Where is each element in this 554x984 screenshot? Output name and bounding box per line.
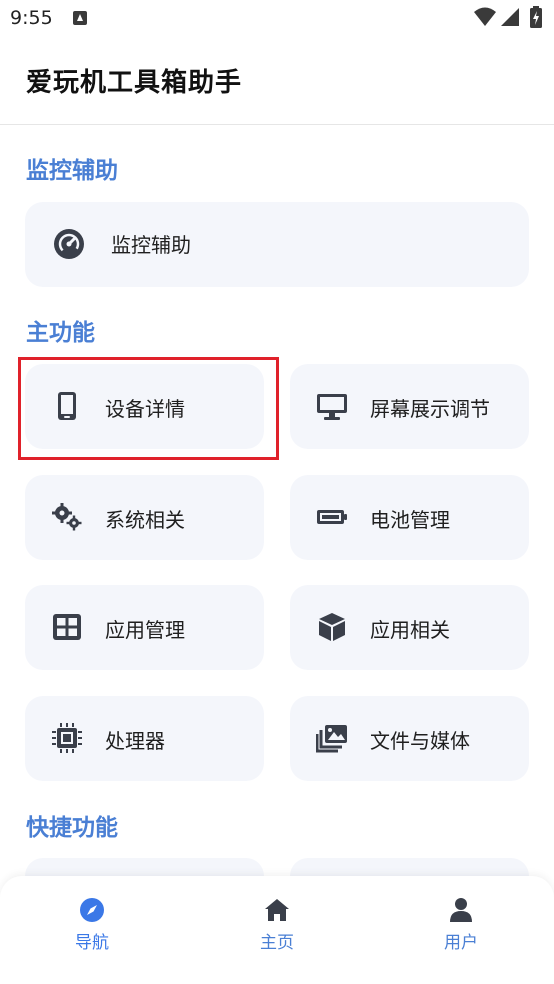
screen: 9:55 爱玩机工具箱助手 监控辅助 监控辅助 主功能 设备详情 屏幕展示调节	[0, 0, 554, 984]
status-bar: 9:55	[0, 0, 554, 38]
section-title-monitor: 监控辅助	[26, 158, 118, 184]
nav-label: 主页	[260, 933, 294, 953]
battery-icon	[530, 6, 542, 28]
card-label: 应用相关	[370, 618, 450, 642]
notification-icon	[73, 11, 87, 25]
grid-icon	[51, 611, 83, 643]
gears-icon	[51, 501, 83, 533]
nav-item-navigation[interactable]: 导航	[32, 896, 152, 953]
section-title-shortcuts: 快捷功能	[26, 815, 118, 841]
images-icon	[316, 722, 348, 754]
card-battery[interactable]: 电池管理	[290, 475, 529, 560]
card-system[interactable]: 系统相关	[25, 475, 264, 560]
card-screen-display[interactable]: 屏幕展示调节	[290, 364, 529, 449]
card-label: 电池管理	[370, 508, 450, 532]
compass-icon	[80, 898, 104, 922]
nav-item-user[interactable]: 用户	[401, 896, 521, 953]
monitor-icon	[316, 390, 348, 422]
status-time: 9:55	[10, 7, 53, 29]
home-icon	[265, 899, 289, 921]
card-processor[interactable]: 处理器	[25, 696, 264, 781]
section-title-main: 主功能	[26, 320, 95, 346]
highlight-box	[18, 357, 279, 460]
battery-icon	[316, 501, 348, 533]
card-label: 处理器	[105, 729, 165, 753]
cube-icon	[316, 611, 348, 643]
card-label: 文件与媒体	[370, 729, 470, 753]
nav-label: 导航	[75, 933, 109, 953]
card-app-related[interactable]: 应用相关	[290, 585, 529, 670]
card-files-media[interactable]: 文件与媒体	[290, 696, 529, 781]
app-title: 爱玩机工具箱助手	[26, 68, 243, 98]
card-label: 系统相关	[105, 508, 185, 532]
user-icon	[450, 898, 472, 922]
gauge-icon	[53, 228, 85, 260]
app-bar: 爱玩机工具箱助手	[0, 38, 554, 125]
cpu-icon	[51, 722, 83, 754]
bottom-navigation: 导航 主页 用户	[0, 876, 554, 984]
card-label: 应用管理	[105, 618, 185, 642]
card-label: 屏幕展示调节	[370, 397, 490, 421]
cellular-icon	[501, 8, 519, 26]
card-label: 监控辅助	[111, 233, 191, 257]
card-app-management[interactable]: 应用管理	[25, 585, 264, 670]
card-monitor-assist[interactable]: 监控辅助	[25, 202, 529, 287]
nav-label: 用户	[444, 933, 478, 953]
nav-item-home[interactable]: 主页	[217, 896, 337, 953]
wifi-icon	[474, 7, 496, 26]
